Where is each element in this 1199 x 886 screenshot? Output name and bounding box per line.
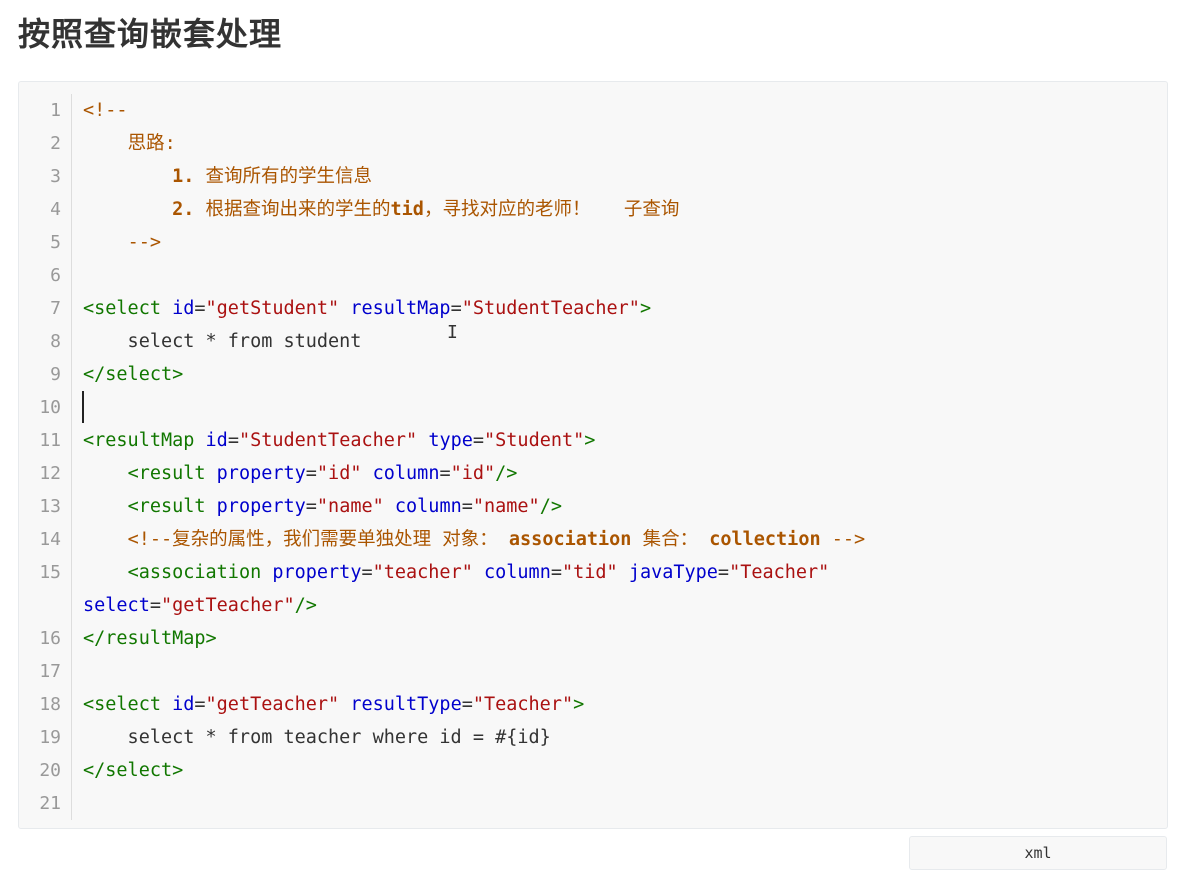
line-number: 21 bbox=[39, 793, 61, 814]
code-line: <!--复杂的属性，我们需要单独处理 对象： association 集合： c… bbox=[127, 529, 866, 550]
line-number: 18 bbox=[39, 694, 61, 715]
text-cursor bbox=[82, 391, 84, 423]
code-line: <resultMap id="StudentTeacher" type="Stu… bbox=[83, 430, 596, 451]
line-number: 9 bbox=[50, 364, 61, 385]
line-number: 10 bbox=[39, 397, 61, 418]
i-beam-cursor-icon: I bbox=[447, 322, 458, 343]
code-line: <result property="id" column="id"/> bbox=[127, 463, 518, 484]
line-number: 17 bbox=[39, 661, 61, 682]
code-line: </select> bbox=[83, 760, 184, 781]
code-line: </resultMap> bbox=[83, 628, 217, 649]
code-line: 2. 根据查询出来的学生的tid，寻找对应的老师！ 子查询 bbox=[172, 199, 680, 220]
line-number: 6 bbox=[50, 265, 61, 286]
line-number-gutter: 1 2 3 4 5 6 7 8 9 10 11 12 13 14 15 16 1… bbox=[19, 94, 72, 820]
line-number: 1 bbox=[50, 100, 61, 121]
code-line: select * from teacher where id = #{id} bbox=[83, 727, 551, 748]
line-number: 12 bbox=[39, 463, 61, 484]
code-line: 1. 查询所有的学生信息 bbox=[172, 166, 373, 187]
code-line: --> bbox=[127, 232, 161, 253]
line-number: 4 bbox=[50, 199, 61, 220]
code-block[interactable]: 1 2 3 4 5 6 7 8 9 10 11 12 13 14 15 16 1… bbox=[18, 81, 1168, 829]
line-number: 14 bbox=[39, 529, 61, 550]
line-number: 13 bbox=[39, 496, 61, 517]
code-line: 思路: bbox=[127, 133, 176, 154]
code-line: select * from student bbox=[83, 331, 362, 352]
line-number: 11 bbox=[39, 430, 61, 451]
code-line: <!-- bbox=[83, 100, 128, 121]
code-language-label[interactable]: xml bbox=[909, 836, 1167, 870]
line-number: 3 bbox=[50, 166, 61, 187]
line-number: 20 bbox=[39, 760, 61, 781]
code-line: <select id="getTeacher" resultType="Teac… bbox=[83, 694, 585, 715]
code-line: <result property="name" column="name"/> bbox=[127, 496, 562, 517]
code-line: <select id="getStudent" resultMap="Stude… bbox=[83, 298, 652, 319]
code-line: <association property="teacher" column="… bbox=[83, 562, 830, 616]
line-number: 5 bbox=[50, 232, 61, 253]
line-number: 7 bbox=[50, 298, 61, 319]
code-line: </select> bbox=[83, 364, 184, 385]
page-title: 按照查询嵌套处理 bbox=[18, 15, 283, 53]
line-number: 19 bbox=[39, 727, 61, 748]
line-number: 8 bbox=[50, 331, 61, 352]
code-content[interactable]: <!-- 思路: 1. 查询所有的学生信息 2. 根据查询出来的学生的tid，寻… bbox=[83, 94, 1151, 820]
line-number: 15 bbox=[39, 562, 61, 583]
line-number: 16 bbox=[39, 628, 61, 649]
line-number: 2 bbox=[50, 133, 61, 154]
